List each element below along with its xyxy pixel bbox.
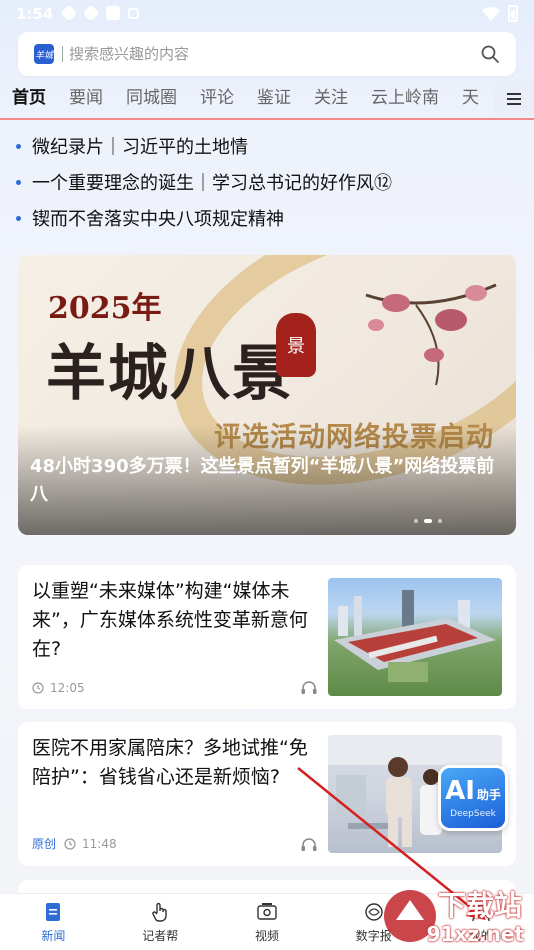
nav-label: 记者帮 (142, 928, 179, 943)
featured-banner[interactable]: 2025年 羊城八景 景 评选活动网络投票启动 48小时390多万票！这些景点暂… (18, 255, 516, 535)
news-time: 11:48 (82, 836, 117, 851)
carousel-dot-active (424, 519, 432, 523)
channel-menu-button[interactable] (494, 82, 534, 116)
tab-follow[interactable]: 关注 (314, 82, 348, 114)
search-icon[interactable] (480, 44, 500, 64)
headline-item[interactable]: 微纪录片｜习近平的土地情 (16, 128, 516, 164)
status-bar: 1:54 (0, 0, 534, 30)
notification-icons (60, 4, 139, 22)
app-logo-icon: 羊城 (34, 44, 54, 64)
nav-news[interactable]: 新闻 (0, 894, 107, 950)
headphones-icon[interactable] (300, 679, 318, 695)
ai-badge-sub: DeepSeek (450, 809, 496, 819)
tab-partial[interactable]: 天 (462, 82, 479, 114)
ai-badge-side: 助手 (476, 788, 501, 802)
site-watermark: 下载站 91xz.net (380, 886, 530, 948)
news-title: 以重塑“未来媒体”构建“媒体未来”，广东媒体系统性变革新意何在? (32, 580, 308, 660)
clock-icon (32, 682, 44, 694)
banner-caption: 48小时390多万票！这些景点暂列“羊城八景”网络投票前八 (30, 456, 495, 505)
magnolia-illustration (365, 283, 497, 386)
tab-cloud-lingnan[interactable]: 云上岭南 (371, 82, 439, 114)
tab-divider (0, 118, 534, 120)
carousel-indicator (414, 519, 442, 523)
tab-home[interactable]: 首页 (12, 82, 46, 114)
headphones-icon[interactable] (300, 836, 318, 852)
video-icon (257, 902, 277, 920)
campus-photo (334, 590, 496, 682)
status-time: 1:54 (16, 5, 54, 23)
nav-reporter-help[interactable]: 记者帮 (107, 894, 214, 950)
search-input[interactable] (69, 45, 480, 63)
tab-news[interactable]: 要闻 (69, 82, 103, 114)
tab-verify[interactable]: 鉴证 (257, 82, 291, 114)
headline-item[interactable]: 一个重要理念的诞生｜学习总书记的好作风⑫ (16, 164, 516, 200)
search-separator (62, 46, 63, 62)
watermark-url: 91xz.net (426, 922, 524, 946)
nav-video[interactable]: 视频 (214, 894, 321, 950)
battery-icon (508, 5, 518, 22)
ai-badge-label: AI (445, 776, 475, 806)
app-notification-icon (106, 6, 120, 20)
hand-icon (152, 902, 167, 922)
news-time: 12:05 (50, 681, 85, 695)
top-headlines: 微纪录片｜习近平的土地情 一个重要理念的诞生｜学习总书记的好作风⑫ 锲而不舍落实… (16, 128, 516, 236)
nav-label: 视频 (254, 928, 279, 943)
news-icon (46, 902, 61, 921)
nav-label: 新闻 (41, 928, 66, 943)
bullet-icon (16, 179, 21, 185)
tab-comment[interactable]: 评论 (200, 82, 234, 114)
headline-text: 锲而不舍落实中央八项规定精神 (32, 209, 284, 230)
headline-text: 微纪录片｜习近平的土地情 (32, 137, 248, 158)
banner-title: 羊城八景 (46, 339, 294, 409)
tab-city-circle[interactable]: 同城圈 (126, 82, 177, 114)
news-meta: 12:05 (32, 681, 85, 695)
menu-icon (507, 93, 521, 105)
app-notification-icon (128, 8, 139, 19)
wifi-icon (482, 6, 500, 21)
news-card[interactable]: 以重塑“未来媒体”构建“媒体未来”，广东媒体系统性变革新意何在? 12:05 (18, 565, 516, 709)
banner-year: 2025年 (48, 291, 162, 326)
news-meta: 原创 11:48 (32, 835, 117, 852)
banner-seal: 景 (276, 313, 316, 377)
search-bar[interactable]: 羊城 (18, 32, 516, 76)
headline-text: 一个重要理念的诞生｜学习总书记的好作风⑫ (32, 173, 392, 194)
app-notification-icon (82, 4, 100, 22)
app-notification-icon (60, 4, 78, 22)
news-title: 医院不用家属陪床？多地试推“免陪护”：省钱省心还是新烦恼? (32, 737, 308, 788)
channel-tabs: 首页 要闻 同城圈 评论 鉴证 关注 云上岭南 天 (0, 82, 534, 116)
carousel-dot (438, 519, 442, 523)
original-badge: 原创 (32, 837, 57, 851)
bullet-icon (16, 215, 21, 221)
news-thumbnail (328, 578, 502, 696)
carousel-dot (414, 519, 418, 523)
bullet-icon (16, 143, 21, 149)
watermark-text: 下载站 (437, 889, 522, 922)
clock-icon (64, 837, 76, 850)
ai-assistant-button[interactable]: AI 助手 DeepSeek (438, 765, 508, 831)
headline-item[interactable]: 锲而不舍落实中央八项规定精神 (16, 200, 516, 236)
